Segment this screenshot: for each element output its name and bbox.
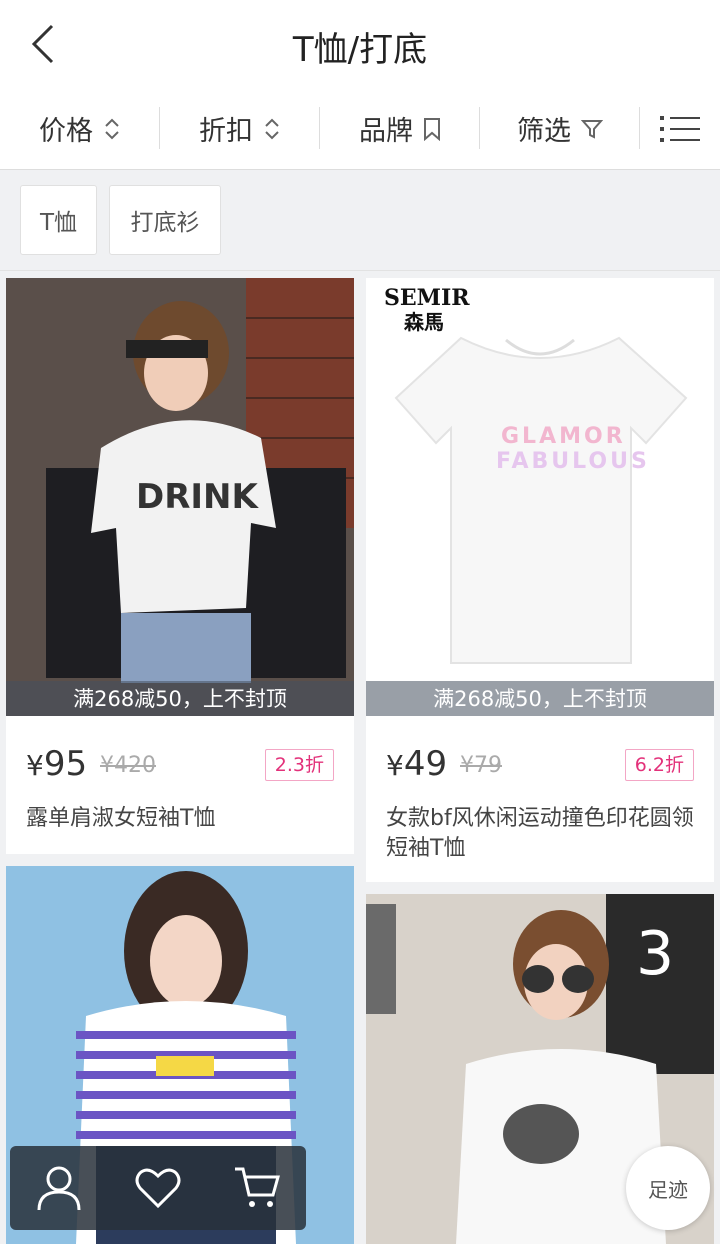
filter-brand[interactable]: 品牌: [320, 88, 480, 170]
filter-discount-label: 折扣: [199, 116, 253, 147]
header: T恤/打底: [0, 0, 720, 88]
price-value: 49: [403, 744, 448, 784]
filter-screen-label: 筛选: [517, 116, 571, 147]
svg-text:FABULOUS: FABULOUS: [496, 449, 650, 474]
tag-tshirt[interactable]: T恤: [20, 185, 97, 255]
product-image[interactable]: GLAMOR FABULOUS SEMIR 森馬 满268减50，上不封顶: [366, 278, 714, 716]
filter-price[interactable]: 价格: [0, 88, 160, 170]
filter-brand-label: 品牌: [359, 116, 413, 147]
tag-row: T恤 打底衫: [0, 171, 720, 271]
list-view-icon: [660, 115, 700, 142]
original-price: ¥79: [460, 753, 502, 778]
discount-badge: 6.2折: [624, 749, 694, 781]
filter-funnel-icon: [581, 119, 603, 139]
filter-discount[interactable]: 折扣: [160, 88, 320, 170]
user-icon[interactable]: [29, 1158, 89, 1218]
promo-banner: 满268减50，上不封顶: [6, 681, 354, 716]
currency-symbol: ¥: [26, 749, 44, 782]
heart-icon[interactable]: [128, 1158, 188, 1218]
price: ¥49: [386, 744, 447, 784]
price: ¥95: [26, 744, 87, 784]
svg-text:GLAMOR: GLAMOR: [501, 424, 626, 449]
filter-bar: 价格 折扣 品牌 筛选: [0, 88, 720, 170]
product-name[interactable]: 女款bf风休闲运动撞色印花圆领短袖T恤: [386, 804, 694, 864]
floating-action-bar: [10, 1146, 306, 1230]
sort-updown-icon: [265, 118, 279, 139]
list-view-toggle[interactable]: [640, 88, 720, 170]
price-value: 95: [43, 744, 88, 784]
product-name[interactable]: 露单肩淑女短袖T恤: [26, 804, 334, 834]
brand-logo: SEMIR 森馬: [384, 285, 470, 334]
product-card[interactable]: GLAMOR FABULOUS SEMIR 森馬 满268减50，上不封顶 ¥4…: [366, 278, 714, 882]
footprint-button[interactable]: 足迹: [626, 1146, 710, 1230]
page-title: T恤/打底: [292, 30, 428, 70]
svg-text:DRINK: DRINK: [136, 477, 260, 517]
sort-updown-icon: [105, 118, 119, 139]
discount-badge: 2.3折: [264, 749, 334, 781]
promo-banner: 满268减50，上不封顶: [366, 681, 714, 716]
cart-icon[interactable]: [227, 1158, 287, 1218]
bookmark-icon: [424, 117, 440, 141]
tag-base-shirt[interactable]: 打底衫: [109, 185, 221, 255]
filter-price-label: 价格: [39, 116, 93, 147]
product-image[interactable]: DRINK 满268减50，上不封顶: [6, 278, 354, 716]
currency-symbol: ¥: [386, 749, 404, 782]
filter-screen[interactable]: 筛选: [480, 88, 640, 170]
product-card[interactable]: DRINK 满268减50，上不封顶 ¥95 ¥420 2.3折 露单肩淑女短袖…: [6, 278, 354, 854]
original-price: ¥420: [100, 753, 156, 778]
svg-text:3: 3: [636, 919, 674, 989]
